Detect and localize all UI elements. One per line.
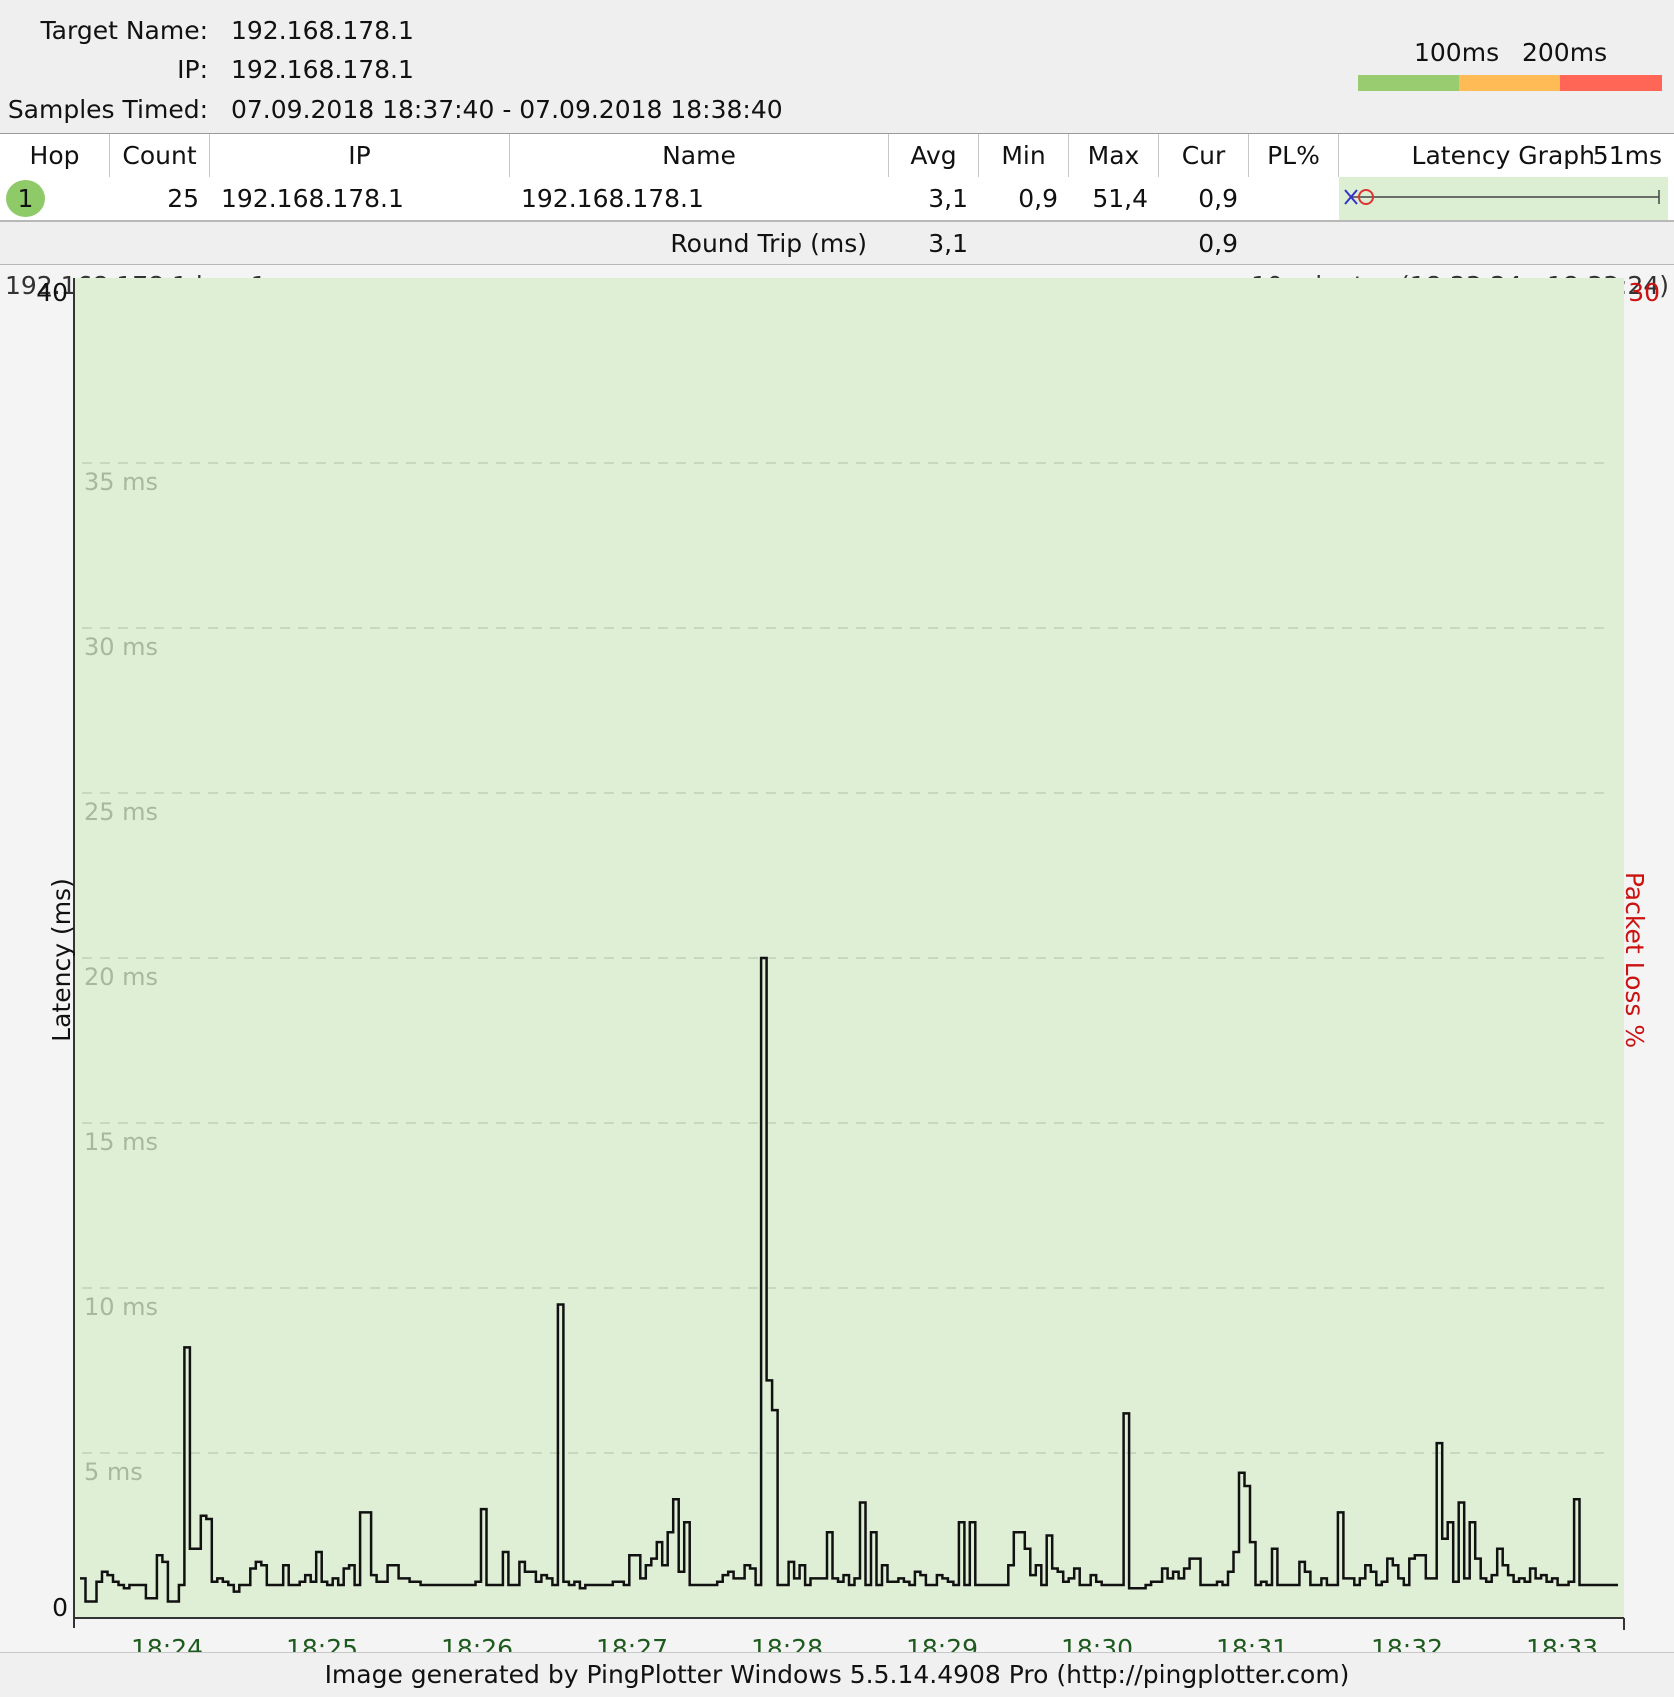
legend-bar-bad bbox=[1560, 75, 1662, 91]
hop-min: 0,9 bbox=[1018, 184, 1058, 213]
x-tick-label: 18:26 bbox=[441, 1634, 513, 1652]
col-cur[interactable]: Cur bbox=[1159, 134, 1249, 177]
col-ip[interactable]: IP bbox=[210, 134, 510, 177]
y-max-label: 40 bbox=[36, 278, 68, 307]
latency-chart[interactable]: 35 ms 30 ms 25 ms 20 ms 15 ms 10 ms 5 ms 40 0 30 L… bbox=[0, 265, 1674, 1652]
legend-bar-good bbox=[1358, 75, 1459, 91]
latency-chart-panel: 192.168.178.1 hop 1 10 minutes (18:23:24… bbox=[0, 265, 1674, 1652]
col-pl[interactable]: PL% bbox=[1249, 134, 1339, 177]
col-hop[interactable]: Hop bbox=[0, 134, 110, 177]
col-name[interactable]: Name bbox=[510, 134, 889, 177]
legend-100ms: 100ms bbox=[1414, 38, 1500, 67]
y-tick-label: 25 ms bbox=[84, 798, 158, 826]
y-tick-label: 5 ms bbox=[84, 1458, 143, 1486]
hop-ip: 192.168.178.1 bbox=[221, 184, 404, 213]
target-name-value: 192.168.178.1 bbox=[231, 16, 414, 45]
hop-number: 1 bbox=[17, 184, 34, 213]
hop-max: 51,4 bbox=[1092, 184, 1148, 213]
hop-row[interactable]: 1 25 192.168.178.1 192.168.178.1 3,1 0,9… bbox=[0, 177, 1674, 222]
latency-graph-max: 51ms bbox=[1592, 141, 1662, 170]
samples-timed-value: 07.09.2018 18:37:40 - 07.09.2018 18:38:4… bbox=[231, 95, 783, 124]
x-tick-label: 18:31 bbox=[1216, 1634, 1288, 1652]
x-tick-label: 18:30 bbox=[1061, 1634, 1133, 1652]
round-trip-row: Round Trip (ms) 3,1 0,9 bbox=[0, 222, 1674, 265]
x-tick-label: 18:25 bbox=[286, 1634, 358, 1652]
y-min-label: 0 bbox=[52, 1593, 68, 1622]
hop-count: 25 bbox=[167, 184, 199, 213]
x-tick-label: 18:32 bbox=[1371, 1634, 1443, 1652]
round-trip-cur: 0,9 bbox=[1198, 229, 1238, 258]
latency-graph-title: Latency Graph bbox=[1411, 141, 1595, 170]
col-avg[interactable]: Avg bbox=[889, 134, 979, 177]
x-tick-label: 18:28 bbox=[751, 1634, 823, 1652]
ip-label: IP: bbox=[177, 55, 208, 84]
hop-status-circle: 1 bbox=[6, 180, 45, 217]
hop-pl bbox=[1249, 177, 1328, 220]
y2-max-label: 30 bbox=[1628, 278, 1660, 307]
col-latency-graph[interactable]: Latency Graph 51ms bbox=[1339, 134, 1674, 177]
y-axis-title: Latency (ms) bbox=[47, 878, 76, 1042]
y-tick-label: 10 ms bbox=[84, 1293, 158, 1321]
footer-credit: Image generated by PingPlotter Windows 5… bbox=[0, 1652, 1674, 1697]
col-count[interactable]: Count bbox=[110, 134, 210, 177]
x-tick-label: 18:24 bbox=[131, 1634, 203, 1652]
mini-latency-graph bbox=[1339, 177, 1668, 220]
hop-name: 192.168.178.1 bbox=[521, 184, 704, 213]
plot-background bbox=[74, 278, 1624, 1618]
legend-bar-warn bbox=[1459, 75, 1560, 91]
x-tick-label: 18:27 bbox=[596, 1634, 668, 1652]
round-trip-avg: 3,1 bbox=[928, 229, 968, 258]
hop-cur: 0,9 bbox=[1198, 184, 1238, 213]
col-max[interactable]: Max bbox=[1069, 134, 1159, 177]
y2-axis-title: Packet Loss % bbox=[1620, 872, 1649, 1048]
hop-avg: 3,1 bbox=[928, 184, 968, 213]
col-min[interactable]: Min bbox=[979, 134, 1069, 177]
y-tick-label: 15 ms bbox=[84, 1128, 158, 1156]
x-tick-label: 18:33 bbox=[1526, 1634, 1598, 1652]
y-tick-label: 35 ms bbox=[84, 468, 158, 496]
x-tick-label: 18:29 bbox=[906, 1634, 978, 1652]
y-tick-label: 20 ms bbox=[84, 963, 158, 991]
hop-table-header: Hop Count IP Name Avg Min Max Cur PL% La… bbox=[0, 133, 1674, 179]
legend-200ms: 200ms bbox=[1522, 38, 1608, 67]
y-tick-label: 30 ms bbox=[84, 633, 158, 661]
samples-timed-label: Samples Timed: bbox=[7, 95, 208, 124]
round-trip-label: Round Trip (ms) bbox=[670, 229, 867, 258]
mini-latency-graph-svg bbox=[1344, 189, 1660, 205]
ip-value: 192.168.178.1 bbox=[231, 55, 414, 84]
target-name-label: Target Name: bbox=[40, 16, 208, 45]
